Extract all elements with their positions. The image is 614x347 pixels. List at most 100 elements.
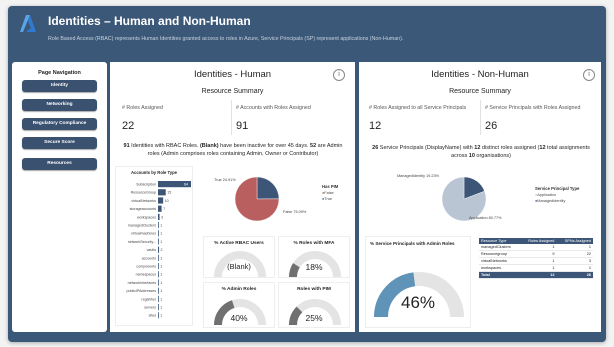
human-summary-title: Resource Summary <box>201 88 264 95</box>
nav-identity-button[interactable]: Identity <box>22 80 97 92</box>
bar-chart-title: Accounts by Role Type <box>131 170 177 175</box>
bar <box>158 222 159 229</box>
nav-secure-score-button[interactable]: Secure Score <box>22 137 97 149</box>
bar-value-label: 1 <box>160 289 162 293</box>
mfa-value: 18% <box>305 262 323 272</box>
sp-admin-gauge-value: 46% <box>400 293 436 312</box>
bar-label: workspaces <box>137 215 156 219</box>
bar-label: managedClusters <box>128 224 156 228</box>
bar-value-label: 1 <box>160 232 162 236</box>
bar-label: networkSecurity... <box>128 240 156 244</box>
bar-value-label: 1 <box>160 306 162 310</box>
bar-value-label: 1 <box>160 240 162 244</box>
accounts-with-roles-value: 91 <box>236 120 249 132</box>
bar-label: servers <box>144 306 156 310</box>
bar-value-label: 1 <box>160 265 162 269</box>
sp-with-roles-value: 26 <box>485 120 498 132</box>
sp-type-pie-chart: ManagedIdentity 19.23% Application 80.77… <box>359 166 601 232</box>
sp-with-roles-label: # Service Principals with Roles Assigned <box>485 105 581 111</box>
nav-resources-button[interactable]: Resources <box>22 158 97 170</box>
page-title: Identities – Human and Non-Human <box>48 14 251 28</box>
table-row: workspaces 1 1 <box>479 264 593 272</box>
info-icon[interactable]: i <box>333 69 345 81</box>
roles-all-sp-card: # Roles Assigned to all Service Principa… <box>367 102 479 137</box>
pim-value: 25% <box>305 313 323 323</box>
bar-value-label: 1 <box>160 224 162 228</box>
bar-label: registries <box>141 297 156 301</box>
bar <box>158 197 164 204</box>
nav-title: Page Navigation <box>38 70 81 76</box>
accounts-with-roles-card: # Accounts with Roles Assigned 91 <box>234 102 344 137</box>
legend-false: ●False <box>322 191 334 195</box>
sp-legend-title: Service Principal Type <box>535 186 580 191</box>
bar <box>158 271 159 278</box>
bar <box>158 295 159 302</box>
bar <box>158 287 159 294</box>
navigation-panel: Page Navigation Identity Networking Regu… <box>12 62 107 332</box>
pie-managed-label: ManagedIdentity 19.23% <box>397 174 440 178</box>
bar-label: Subscription <box>136 183 156 187</box>
nav-regulatory-compliance-button[interactable]: Regulatory Compliance <box>22 118 97 130</box>
bar-label: virtualNetworks <box>131 199 156 203</box>
bar <box>158 213 160 220</box>
active-rbac-value: (Blank) <box>227 262 251 271</box>
pie-app-label: Application 80.77% <box>469 216 502 220</box>
bar-value-label: 1 <box>160 297 162 301</box>
nonhuman-summary-title: Resource Summary <box>449 88 511 95</box>
bar-label: namespaces <box>136 273 157 277</box>
bar-value-label: 7 <box>163 207 165 211</box>
bar-label: vaults <box>147 248 157 252</box>
table-total-row: Total 12 26 <box>479 271 593 279</box>
roles-all-sp-label: # Roles Assigned to all Service Principa… <box>369 105 467 111</box>
bar-label: components <box>136 265 156 269</box>
roles-assigned-label: # Roles Assigned <box>122 105 163 111</box>
bar-value-label: 15 <box>167 191 171 195</box>
bar-label: networkInterfaces <box>128 281 157 285</box>
bar <box>158 304 159 311</box>
bar-label: storageaccounts <box>130 207 157 211</box>
pie-slice-true <box>256 176 280 200</box>
pim-pie-chart: True 24.91% False 75.09% Has PIM ●False … <box>198 166 348 232</box>
pim-gauge-svg <box>289 299 341 326</box>
nonhuman-panel-title: Identities - Non-Human <box>431 69 529 80</box>
bar <box>158 230 159 237</box>
active-rbac-gauge: % Active RBAC Users (Blank) <box>203 236 275 278</box>
pie-true-label: True 24.91% <box>214 178 236 182</box>
bar <box>158 189 166 196</box>
pim-gauge: Roles with PIM 25% <box>278 282 350 328</box>
bar <box>158 246 160 253</box>
pie-false-label: False 75.09% <box>283 210 307 214</box>
bar-value-label: 10 <box>165 199 169 203</box>
bar-value-label: 1 <box>160 273 162 277</box>
bar <box>158 205 162 212</box>
legend-managed-identity: ●ManagedIdentity <box>535 199 566 203</box>
report-header: Identities – Human and Non-Human Role Ba… <box>12 10 602 54</box>
table-row: Resourcegroup 9 22 <box>479 250 593 258</box>
bar <box>158 263 159 270</box>
bar <box>158 279 159 286</box>
bar <box>158 254 159 261</box>
bar-value-label: 2 <box>161 248 163 252</box>
bar-label: accounts <box>142 256 157 260</box>
roles-assigned-value: 22 <box>122 120 135 132</box>
table-row: virtualNetworks 1 3 <box>479 257 593 265</box>
card-divider <box>480 100 481 135</box>
roles-all-sp-value: 12 <box>369 120 382 132</box>
bar <box>158 238 159 245</box>
bar-value-label: 1 <box>160 256 162 260</box>
pim-legend-title: Has PIM <box>322 184 339 189</box>
accounts-with-roles-label: # Accounts with Roles Assigned <box>236 105 311 111</box>
resource-type-table: Resource Type Roles Assigned SPNs Assign… <box>479 238 593 279</box>
bar-value-label: 1 <box>160 281 162 285</box>
accounts-by-role-chart: Accounts by Role Type Subscription 64 Reso… <box>115 166 193 326</box>
mfa-gauge: % Roles with MFA 18% <box>278 236 350 278</box>
sp-admin-gauge: % Service Principals with Admin Roles 46… <box>365 236 471 328</box>
nav-networking-button[interactable]: Networking <box>22 99 97 111</box>
info-icon[interactable]: i <box>583 69 595 81</box>
bar-label: ResourceGroup <box>131 191 156 195</box>
legend-application: ●Application <box>535 193 556 197</box>
bar-value-label: 3 <box>161 215 163 219</box>
azure-logo-icon <box>20 15 36 32</box>
nonhuman-note: 26 Service Principals (DisplayName) with… <box>372 145 590 159</box>
bar-chart-svg: Subscription 64 ResourceGroup 15 virtualNetw… <box>127 181 191 319</box>
